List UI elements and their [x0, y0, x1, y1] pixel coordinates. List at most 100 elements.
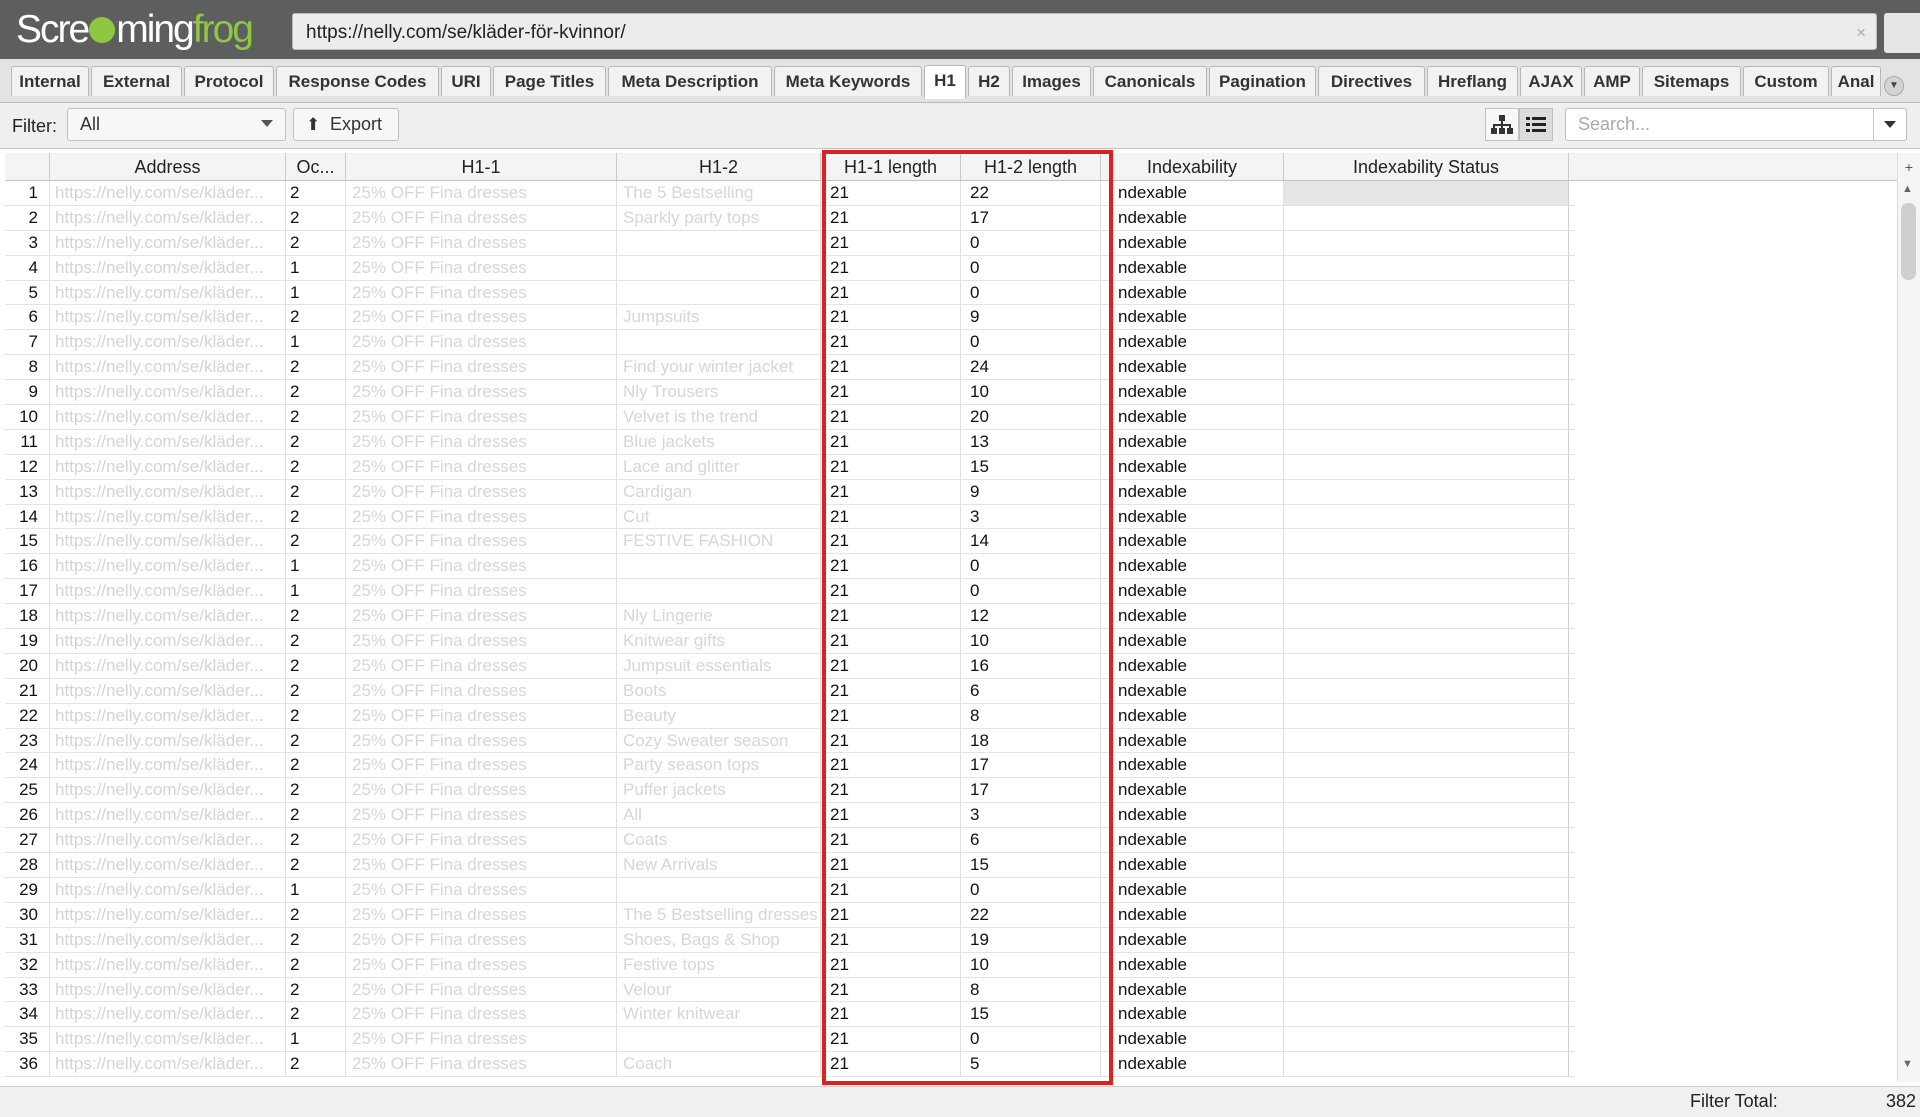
h1-1-cell: 25% OFF Fina dresses: [346, 778, 617, 803]
table-row[interactable]: 27 https://nelly.com/se/kläder... 2 25% OFF…: [5, 828, 1575, 854]
tab-meta-description[interactable]: Meta Description: [608, 66, 772, 96]
start-button[interactable]: [1884, 13, 1920, 53]
add-column-icon[interactable]: +: [1898, 153, 1920, 181]
table-row[interactable]: 23 https://nelly.com/se/kläder... 2 25% OFF…: [5, 728, 1575, 754]
filter-dropdown[interactable]: All: [67, 108, 286, 141]
search-dropdown-button[interactable]: [1873, 109, 1906, 140]
table-row[interactable]: 3 https://nelly.com/se/kläder... 2 25% OFF …: [5, 230, 1575, 256]
tab-uri[interactable]: URI: [441, 66, 491, 96]
clear-url-icon[interactable]: ×: [1856, 14, 1866, 51]
table-row[interactable]: 15 https://nelly.com/se/kläder... 2 25% OFF…: [5, 529, 1575, 555]
table-row[interactable]: 30 https://nelly.com/se/kläder... 2 25% OFF…: [5, 902, 1575, 928]
table-row[interactable]: 12 https://nelly.com/se/kläder... 2 25% OFF…: [5, 454, 1575, 480]
tab-h1[interactable]: H1: [924, 65, 966, 99]
table-row[interactable]: 21 https://nelly.com/se/kläder... 2 25% OFF…: [5, 678, 1575, 704]
row-number: 1: [5, 181, 50, 205]
indexability-cell: ndexable: [1101, 977, 1284, 1002]
table-row[interactable]: 34 https://nelly.com/se/kläder... 2 25% OFF…: [5, 1002, 1575, 1028]
table-row[interactable]: 2 https://nelly.com/se/kläder... 2 25% OFF …: [5, 205, 1575, 231]
table-row[interactable]: 26 https://nelly.com/se/kläder... 2 25% OFF…: [5, 803, 1575, 829]
occurrences-cell: 1: [286, 1027, 346, 1052]
address-cell: https://nelly.com/se/kläder...: [50, 479, 286, 504]
table-row[interactable]: 24 https://nelly.com/se/kläder... 2 25% OFF…: [5, 753, 1575, 779]
occurrences-cell: 2: [286, 429, 346, 454]
scroll-down-icon[interactable]: ▼: [1902, 1058, 1913, 1070]
table-row[interactable]: 4 https://nelly.com/se/kläder... 1 25% OFF …: [5, 255, 1575, 281]
table-row[interactable]: 31 https://nelly.com/se/kläder... 2 25% OFF…: [5, 927, 1575, 953]
tree-view-button[interactable]: [1485, 108, 1519, 141]
column-header-address[interactable]: Address: [50, 153, 286, 181]
tab-page-titles[interactable]: Page Titles: [493, 66, 606, 96]
column-header-occurrences[interactable]: Oc...: [286, 153, 346, 181]
h1-2-cell: Knitwear gifts: [617, 629, 821, 653]
tab-protocol[interactable]: Protocol: [184, 66, 274, 96]
table-row[interactable]: 25 https://nelly.com/se/kläder... 2 25% OFF…: [5, 778, 1575, 804]
column-header-h1-2-length[interactable]: H1-2 length: [961, 153, 1101, 181]
chevron-down-icon: [1884, 121, 1896, 128]
address-cell: https://nelly.com/se/kläder...: [50, 504, 286, 529]
table-row[interactable]: 14 https://nelly.com/se/kläder... 2 25% OFF…: [5, 504, 1575, 530]
list-view-button[interactable]: [1519, 108, 1553, 141]
table-row[interactable]: 33 https://nelly.com/se/kläder... 2 25% OFF…: [5, 977, 1575, 1003]
tab-h2[interactable]: H2: [968, 66, 1010, 96]
tab-images[interactable]: Images: [1012, 66, 1091, 96]
tab-response-codes[interactable]: Response Codes: [276, 66, 439, 96]
table-row[interactable]: 20 https://nelly.com/se/kläder... 2 25% OFF…: [5, 653, 1575, 679]
column-header-indexability[interactable]: Indexability: [1101, 153, 1284, 181]
table-row[interactable]: 9 https://nelly.com/se/kläder... 2 25% OFF …: [5, 380, 1575, 406]
tab-sitemaps[interactable]: Sitemaps: [1642, 66, 1741, 96]
h1-2-length-cell: 24: [961, 355, 1101, 380]
table-row[interactable]: 32 https://nelly.com/se/kläder... 2 25% OFF…: [5, 952, 1575, 978]
tab-meta-keywords[interactable]: Meta Keywords: [774, 66, 922, 96]
tab-hreflang[interactable]: Hreflang: [1427, 66, 1518, 96]
table-row[interactable]: 28 https://nelly.com/se/kläder... 2 25% OFF…: [5, 853, 1575, 878]
column-header-h1-1-length[interactable]: H1-1 length: [821, 153, 961, 181]
table-row[interactable]: 8 https://nelly.com/se/kläder... 2 25% OFF …: [5, 355, 1575, 381]
table-row[interactable]: 19 https://nelly.com/se/kläder... 2 25% OFF…: [5, 629, 1575, 654]
tab-pagination[interactable]: Pagination: [1209, 66, 1316, 96]
tab-analytics[interactable]: Anal: [1831, 66, 1881, 96]
table-row[interactable]: 10 https://nelly.com/se/kläder... 2 25% OFF…: [5, 405, 1575, 430]
tab-external[interactable]: External: [91, 66, 182, 96]
address-cell: https://nelly.com/se/kläder...: [50, 728, 286, 753]
tab-canonicals[interactable]: Canonicals: [1093, 66, 1207, 96]
table-row[interactable]: 22 https://nelly.com/se/kläder... 2 25% OFF…: [5, 703, 1575, 729]
h1-1-length-cell: 21: [821, 554, 961, 579]
url-input[interactable]: https://nelly.com/se/kläder-för-kvinnor/…: [292, 13, 1877, 50]
indexability-status-cell: [1284, 853, 1569, 877]
tab-ajax[interactable]: AJAX: [1520, 66, 1582, 96]
occurrences-cell: 1: [286, 579, 346, 604]
column-header-h1-2[interactable]: H1-2: [617, 153, 821, 181]
table-row[interactable]: 11 https://nelly.com/se/kläder... 2 25% OFF…: [5, 429, 1575, 455]
indexability-cell: ndexable: [1101, 927, 1284, 952]
table-row[interactable]: 5 https://nelly.com/se/kläder... 1 25% OFF …: [5, 280, 1575, 306]
scroll-up-icon[interactable]: ▲: [1902, 183, 1913, 195]
table-row[interactable]: 29 https://nelly.com/se/kläder... 1 25% OFF…: [5, 877, 1575, 903]
more-tabs-chevron-icon[interactable]: ▼: [1884, 76, 1904, 96]
tab-directives[interactable]: Directives: [1318, 66, 1425, 96]
table-row[interactable]: 16 https://nelly.com/se/kläder... 1 25% OFF…: [5, 554, 1575, 580]
h1-1-length-cell: 21: [821, 330, 961, 355]
table-row[interactable]: 17 https://nelly.com/se/kläder... 1 25% OFF…: [5, 579, 1575, 605]
h1-1-cell: 25% OFF Fina dresses: [346, 753, 617, 778]
address-cell: https://nelly.com/se/kläder...: [50, 230, 286, 255]
scrollbar-thumb[interactable]: [1901, 203, 1916, 280]
table-row[interactable]: 36 https://nelly.com/se/kläder... 2 25% OFF…: [5, 1052, 1575, 1078]
table-row[interactable]: 7 https://nelly.com/se/kläder... 1 25% OFF …: [5, 330, 1575, 356]
vertical-scrollbar[interactable]: + ▲ ▼: [1897, 153, 1920, 1082]
table-row[interactable]: 35 https://nelly.com/se/kläder... 1 25% OFF…: [5, 1027, 1575, 1053]
export-button[interactable]: ⬆ Export: [293, 108, 399, 141]
column-header-indexability-status[interactable]: Indexability Status: [1284, 153, 1569, 181]
h1-2-cell: Boots: [617, 678, 821, 703]
table-row[interactable]: 18 https://nelly.com/se/kläder... 2 25% OFF…: [5, 604, 1575, 630]
tab-custom[interactable]: Custom: [1743, 66, 1829, 96]
search-input[interactable]: Search...: [1565, 108, 1907, 141]
table-row[interactable]: 1 https://nelly.com/se/kläder... 2 25% OFF …: [5, 181, 1575, 206]
h1-2-cell: Cut: [617, 504, 821, 529]
table-row[interactable]: 6 https://nelly.com/se/kläder... 2 25% OFF …: [5, 305, 1575, 331]
table-row[interactable]: 13 https://nelly.com/se/kläder... 2 25% OFF…: [5, 479, 1575, 505]
tab-amp[interactable]: AMP: [1584, 66, 1640, 96]
tab-internal[interactable]: Internal: [11, 66, 89, 96]
column-header-h1-1[interactable]: H1-1: [346, 153, 617, 181]
h1-1-cell: 25% OFF Fina dresses: [346, 305, 617, 330]
